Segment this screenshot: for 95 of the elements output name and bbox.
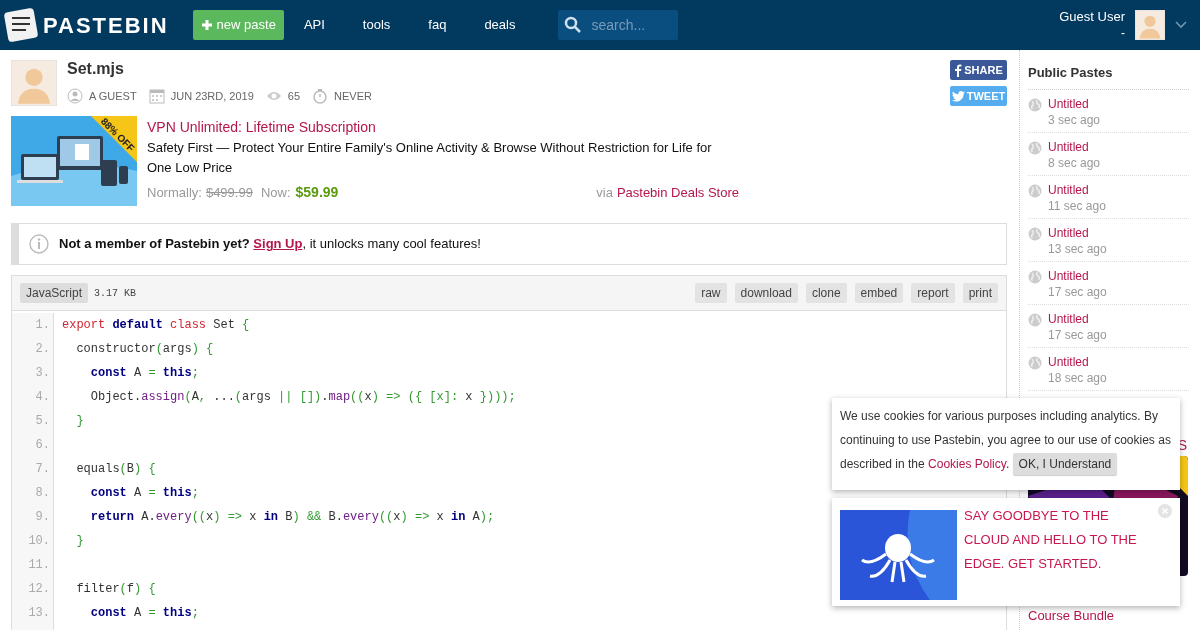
toolbar-button[interactable]: raw <box>695 283 727 303</box>
line-number: 8. <box>35 485 50 502</box>
paste-link[interactable]: Untitled <box>1048 267 1107 284</box>
line-number: 1. <box>35 317 50 334</box>
cookies-policy-link[interactable]: Cookies Policy <box>928 457 1006 471</box>
code-line: export default class Set { <box>62 318 250 332</box>
logo-text[interactable]: PASTEBIN <box>43 8 169 42</box>
line-number: 3. <box>35 365 50 382</box>
toolbar-button[interactable]: report <box>911 283 955 303</box>
file-size: 3.17 KB <box>94 286 137 301</box>
line-number: 10. <box>28 533 50 550</box>
code-line: } <box>75 534 84 548</box>
globe-icon <box>1028 97 1042 112</box>
globe-icon <box>1028 312 1042 327</box>
chevron-down-icon[interactable] <box>1175 21 1187 29</box>
bird-icon <box>951 90 965 102</box>
sidebar-title: Public Pastes <box>1028 63 1189 90</box>
code-line: Object.assign(A, ...(args || []).map((x) => ({ [x]: x }))); <box>89 390 516 404</box>
paste-time: 11 sec ago <box>1048 197 1106 214</box>
views-count: 65 <box>287 89 301 104</box>
eye-icon <box>265 90 282 103</box>
line-number: 2. <box>35 341 50 358</box>
via-label: via <box>596 184 613 202</box>
promo-text[interactable]: SAY GOODBYE TO THE CLOUD AND HELLO TO THE EDGE. GET STARTED. <box>964 504 1144 598</box>
toolbar-button[interactable]: clone <box>805 283 847 303</box>
deal-price: $59.99 <box>295 183 339 202</box>
code-line: const A = this; <box>89 606 199 620</box>
share-button[interactable]: SHARE <box>950 60 1007 80</box>
globe-icon <box>1028 269 1042 284</box>
search-field[interactable]: search... <box>558 10 679 40</box>
nav-link[interactable]: API <box>303 15 325 35</box>
normal-price: $499.99 <box>205 184 253 202</box>
code-line: } <box>75 414 84 428</box>
line-number: 9. <box>35 509 50 526</box>
paste-link[interactable]: Untitled <box>1048 353 1107 370</box>
search-icon <box>564 16 583 34</box>
paste-title: Set.mjs <box>67 60 125 78</box>
notice-text: Not a member of Pastebin yet? Sign Up, it unlocks many cool features! <box>59 235 481 254</box>
line-number: 11. <box>28 557 50 574</box>
paste-link[interactable]: Untitled <box>1048 181 1106 198</box>
code-line: filter(f) { <box>75 582 156 596</box>
toolbar-button[interactable]: download <box>734 283 798 303</box>
paste-time: 18 sec ago <box>1048 369 1107 386</box>
code-line: return A.every((x) => x in B) && B.every((x) => x in A); <box>89 510 495 524</box>
globe-icon <box>1028 226 1042 241</box>
paste-time: 13 sec ago <box>1048 240 1107 257</box>
code-line: equals(B) { <box>75 462 156 476</box>
globe-icon <box>1028 183 1042 198</box>
paste-time: 17 sec ago <box>1048 326 1107 343</box>
deal-title[interactable]: VPN Unlimited: Lifetime Subscription <box>147 118 739 136</box>
author-avatar <box>11 60 57 106</box>
user-avatar <box>1135 10 1165 40</box>
line-number: 13. <box>28 605 50 622</box>
nav-link[interactable]: faq <box>428 15 447 35</box>
line-number: 5. <box>35 413 50 430</box>
deal-link[interactable]: Course Bundle <box>1028 605 1189 625</box>
line-number: 6. <box>35 437 50 454</box>
cookie-text: We use cookies for various purposes including analytics. By continuing to use Pastebin, you agree to our use of cookies as described in the Cookies Policy. OK, I Understand <box>840 404 1172 476</box>
line-number: 12. <box>28 581 50 598</box>
deal-description: Safety First — Protect Your Entire Family's Online Activity & Browse Without Restriction for Life for One Low Price <box>147 139 713 177</box>
globe-icon <box>1028 355 1042 370</box>
info-icon <box>29 234 49 254</box>
logo-icon <box>3 7 39 43</box>
line-number: 7. <box>35 461 50 478</box>
store-link[interactable]: Pastebin Deals Store <box>616 183 739 203</box>
now-label: Now: <box>260 184 291 202</box>
normal-price-label: Normally: <box>147 184 202 202</box>
paste-time: 3 sec ago <box>1048 111 1101 128</box>
globe-icon <box>1028 140 1042 155</box>
user-status: - <box>1121 25 1125 41</box>
user-icon <box>67 88 83 105</box>
author-label: A GUEST <box>89 89 137 104</box>
line-number: 4. <box>35 389 50 406</box>
paste-link[interactable]: Untitled <box>1048 138 1101 155</box>
plus-icon <box>200 19 213 31</box>
user-name[interactable]: Guest User <box>1059 9 1125 25</box>
paste-link[interactable]: Untitled <box>1048 95 1101 112</box>
language-tag[interactable]: JavaScript <box>20 283 89 303</box>
nav-link[interactable]: tools <box>362 15 391 35</box>
code-line: const A = this; <box>89 366 199 380</box>
paste-link[interactable]: Untitled <box>1048 224 1107 241</box>
date-label: JUN 23RD, 2019 <box>170 89 254 104</box>
expiry-label: NEVER <box>334 89 372 104</box>
accept-button[interactable]: OK, I Understand <box>1012 453 1118 475</box>
paste-time: 17 sec ago <box>1048 283 1107 300</box>
stopwatch-icon <box>312 88 329 105</box>
calendar-icon <box>148 88 165 105</box>
paste-time: 8 sec ago <box>1048 154 1101 171</box>
nav-link[interactable]: deals <box>484 15 516 35</box>
facebook-icon <box>954 63 963 77</box>
code-line: constructor(args) { <box>75 342 214 356</box>
paste-link[interactable]: Untitled <box>1048 310 1107 327</box>
code-line: const A = this; <box>89 486 199 500</box>
toolbar-button[interactable]: print <box>962 283 998 303</box>
toolbar-button[interactable]: embed <box>854 283 904 303</box>
